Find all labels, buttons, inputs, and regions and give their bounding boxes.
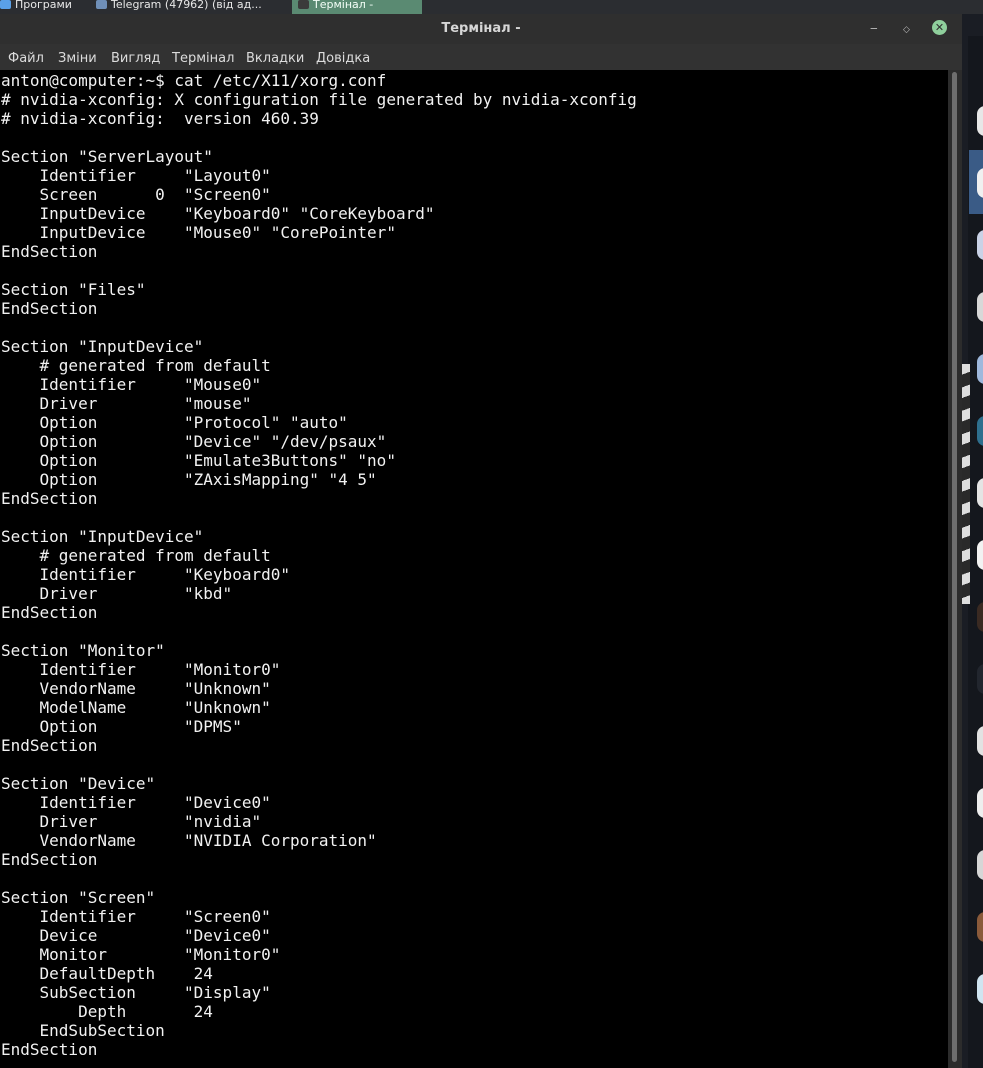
terminal-line: Option "Device" "/dev/psaux" — [1, 432, 387, 451]
terminal-line: Section "Monitor" — [1, 641, 165, 660]
scrollbar-thumb[interactable] — [952, 72, 957, 1062]
avatar — [977, 106, 983, 136]
terminal-line: Screen 0 "Screen0" — [1, 185, 271, 204]
terminal-line: Driver "kbd" — [1, 584, 233, 603]
terminal-line: Section "Device" — [1, 774, 156, 793]
terminal-line: Section "ServerLayout" — [1, 147, 213, 166]
avatar — [977, 540, 983, 570]
terminal-line: VendorName "Unknown" — [1, 679, 271, 698]
menu-help[interactable]: Довідка — [316, 51, 370, 66]
background-window-strip — [962, 14, 983, 1068]
close-button[interactable]: ✕ — [932, 20, 947, 35]
taskbar-item-telegram[interactable]: Telegram (47962) (від ад... — [96, 0, 288, 14]
terminal-output[interactable]: anton@computer:~$ cat /etc/X11/xorg.conf… — [0, 70, 948, 1068]
terminal-line: anton@computer:~$ cat /etc/X11/xorg.conf — [1, 71, 387, 90]
terminal-line: DefaultDepth 24 — [1, 964, 213, 983]
window-title: Термінал - — [441, 21, 521, 36]
avatar — [977, 478, 983, 508]
telegram-icon — [96, 0, 107, 9]
terminal-text: anton@computer:~$ cat /etc/X11/xorg.conf… — [1, 71, 637, 1059]
avatar — [977, 354, 983, 384]
terminal-line: Option "Emulate3Buttons" "no" — [1, 451, 396, 470]
avatar — [977, 230, 983, 260]
terminal-line: InputDevice "Mouse0" "CorePointer" — [1, 223, 396, 242]
terminal-line: Monitor "Monitor0" — [1, 945, 281, 964]
terminal-line: Section "Files" — [1, 280, 146, 299]
terminal-line: Driver "mouse" — [1, 394, 252, 413]
taskbar-item-label: Telegram (47962) (від ад... — [111, 0, 262, 11]
menu-file[interactable]: Файл — [8, 51, 44, 66]
avatar — [977, 168, 983, 198]
avatar — [977, 664, 983, 694]
terminal-line: EndSection — [1, 603, 98, 622]
menu-edit[interactable]: Зміни — [58, 51, 97, 66]
terminal-line: ModelName "Unknown" — [1, 698, 271, 717]
terminal-line: # nvidia-xconfig: version 460.39 — [1, 109, 319, 128]
terminal-line: EndSubSection — [1, 1021, 165, 1040]
terminal-icon — [298, 0, 309, 9]
terminal-line: Identifier "Device0" — [1, 793, 271, 812]
background-wallpaper — [962, 364, 970, 604]
terminal-line: # generated from default — [1, 546, 271, 565]
menu-tabs[interactable]: Вкладки — [246, 51, 304, 66]
terminal-line: EndSection — [1, 850, 98, 869]
avatar — [977, 602, 983, 632]
taskbar: Програми Telegram (47962) (від ад... Тер… — [0, 0, 983, 14]
terminal-line: InputDevice "Keyboard0" "CoreKeyboard" — [1, 204, 435, 223]
window-titlebar[interactable]: Термінал - ‒ ◇ ✕ — [0, 14, 962, 44]
terminal-line: EndSection — [1, 1040, 98, 1059]
terminal-line: EndSection — [1, 736, 98, 755]
avatar — [977, 788, 983, 818]
terminal-window: Термінал - ‒ ◇ ✕ Файл Зміни Вигляд Термі… — [0, 14, 962, 1068]
avatar — [977, 292, 983, 322]
apps-menu-icon — [0, 0, 11, 9]
menubar: Файл Зміни Вигляд Термінал Вкладки Довід… — [0, 44, 962, 70]
terminal-line: SubSection "Display" — [1, 983, 271, 1002]
terminal-line: Identifier "Mouse0" — [1, 375, 262, 394]
terminal-line: Option "Protocol" "auto" — [1, 413, 348, 432]
terminal-line: Section "InputDevice" — [1, 527, 204, 546]
avatar — [977, 726, 983, 756]
menu-terminal[interactable]: Термінал — [172, 51, 234, 66]
terminal-line: Option "DPMS" — [1, 717, 242, 736]
avatar — [977, 416, 983, 446]
taskbar-item-label: Програми — [15, 0, 72, 11]
minimize-button[interactable]: ‒ — [870, 21, 878, 35]
terminal-line: Driver "nvidia" — [1, 812, 262, 831]
terminal-line: # generated from default — [1, 356, 271, 375]
terminal-line: EndSection — [1, 242, 98, 261]
terminal-line: Identifier "Layout0" — [1, 166, 271, 185]
menu-view[interactable]: Вигляд — [111, 51, 160, 66]
terminal-line: EndSection — [1, 299, 98, 318]
terminal-line: Identifier "Keyboard0" — [1, 565, 290, 584]
terminal-line: VendorName "NVIDIA Corporation" — [1, 831, 377, 850]
scrollbar[interactable] — [948, 70, 962, 1068]
avatar — [977, 974, 983, 1004]
terminal-line: Identifier "Screen0" — [1, 907, 271, 926]
taskbar-item-apps[interactable]: Програми — [0, 0, 92, 14]
terminal-line: Section "InputDevice" — [1, 337, 204, 356]
avatar — [977, 912, 983, 942]
maximize-button[interactable]: ◇ — [903, 23, 910, 37]
taskbar-item-terminal[interactable]: Термінал - — [292, 0, 422, 14]
terminal-line: # nvidia-xconfig: X configuration file g… — [1, 90, 637, 109]
terminal-line: Identifier "Monitor0" — [1, 660, 281, 679]
terminal-line: Depth 24 — [1, 1002, 213, 1021]
terminal-line: EndSection — [1, 489, 98, 508]
terminal-line: Section "Screen" — [1, 888, 156, 907]
terminal-line: Option "ZAxisMapping" "4 5" — [1, 470, 377, 489]
avatar — [977, 850, 983, 880]
taskbar-item-label: Термінал - — [313, 0, 374, 11]
terminal-line: Device "Device0" — [1, 926, 271, 945]
